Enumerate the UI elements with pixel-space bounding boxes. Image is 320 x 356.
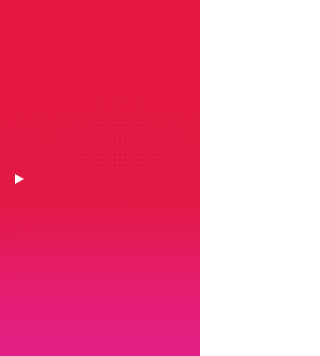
video-player-screen[interactable] xyxy=(0,0,200,356)
dot-pattern-texture xyxy=(0,0,200,356)
play-button[interactable] xyxy=(12,172,26,186)
play-icon xyxy=(14,174,24,184)
